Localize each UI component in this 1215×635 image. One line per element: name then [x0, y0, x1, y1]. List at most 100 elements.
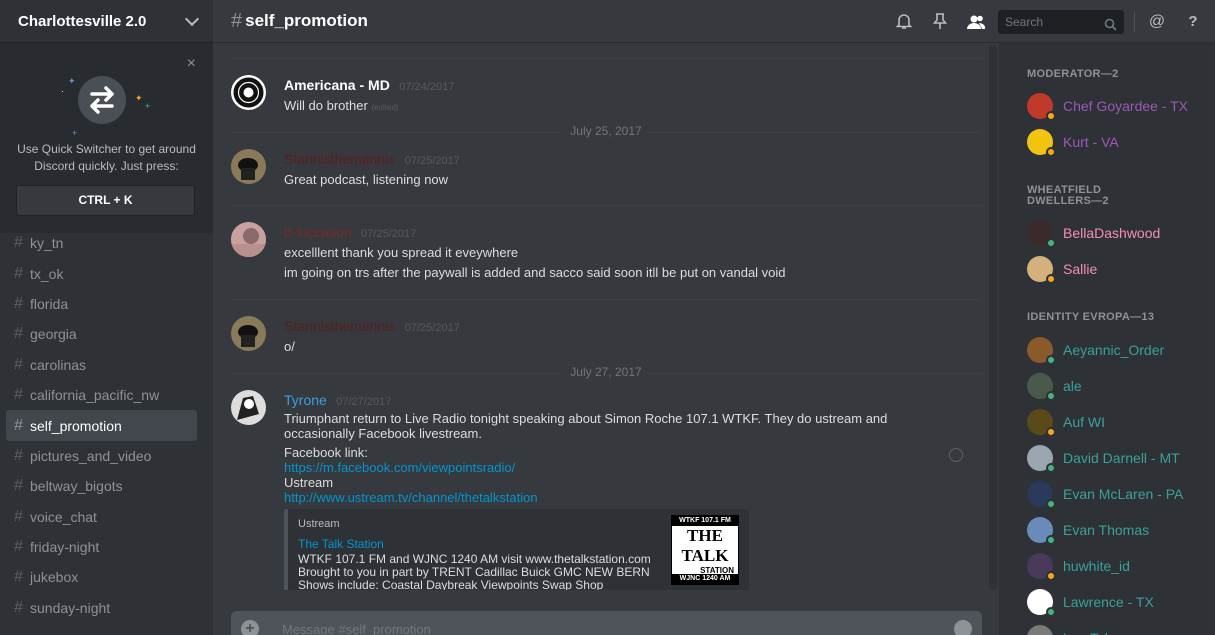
message-divider	[231, 205, 981, 206]
avatar[interactable]	[231, 75, 266, 110]
sparkle-icon: ·	[61, 86, 64, 96]
message-author[interactable]: Tyrone	[284, 392, 327, 408]
hash-icon: #	[14, 386, 23, 404]
emoji-icon[interactable]	[954, 620, 972, 635]
upload-plus-icon[interactable]: +	[241, 620, 259, 635]
channel-item[interactable]: # georgia	[6, 319, 197, 349]
avatar	[1027, 373, 1056, 401]
member-item[interactable]: huwhite_id	[1027, 551, 1207, 581]
channel-item[interactable]: # jukebox	[6, 562, 197, 592]
message: Americana - MD 07/24/2017 Will do brothe…	[231, 75, 981, 115]
avatar[interactable]	[231, 222, 266, 257]
member-name: Chef Goyardee - TX	[1063, 98, 1189, 114]
channel-item[interactable]: # california_pacific_nw	[6, 380, 197, 410]
hash-icon: #	[14, 477, 23, 495]
member-item[interactable]: Sallie	[1027, 254, 1207, 284]
hash-icon: #	[14, 325, 23, 343]
member-item[interactable]: Lee Taleroy	[1027, 623, 1207, 635]
date-separator-text: July 25, 2017	[562, 124, 650, 138]
sparkle-icon: ✦	[68, 76, 76, 86]
search-input[interactable]: Search	[998, 9, 1124, 34]
member-item[interactable]: Lawrence - TX	[1027, 587, 1207, 617]
member-item[interactable]: Aeyannic_Order	[1027, 335, 1207, 365]
status-indicator	[1046, 111, 1056, 121]
message-text: Triumphant return to Live Radio tonight …	[284, 411, 888, 441]
channel-name: pictures_and_video	[30, 447, 152, 464]
message-author[interactable]: Stannisthemannis	[284, 318, 395, 334]
search-icon[interactable]	[1104, 15, 1117, 39]
member-name: Kurt - VA	[1063, 134, 1119, 150]
chevron-down-icon[interactable]	[184, 11, 200, 26]
thumb-main-text: THE TALK	[681, 526, 729, 565]
avatar[interactable]	[231, 149, 266, 184]
quick-switcher-shortcut[interactable]: CTRL + K	[16, 185, 195, 216]
avatar	[1027, 409, 1056, 437]
ustream-link[interactable]: http://www.ustream.tv/channel/thetalksta…	[284, 490, 981, 505]
mention-icon[interactable]: @	[1147, 12, 1167, 32]
avatar[interactable]	[231, 390, 266, 425]
thumb-top-text: WTKF 107.1 FM	[672, 516, 738, 526]
date-separator: July 25, 2017	[231, 124, 981, 138]
channel-name: beltway_bigots	[30, 478, 123, 495]
member-item[interactable]: Evan Thomas	[1027, 515, 1207, 545]
message-timestamp: 07/25/2017	[361, 228, 417, 240]
member-list: MODERATOR—2 Chef Goyardee - TX Kurt - VA WH…	[999, 43, 1215, 635]
message-author[interactable]: b-luccason	[284, 224, 352, 240]
avatar[interactable]	[231, 316, 266, 351]
member-item[interactable]: Auf WI	[1027, 407, 1207, 437]
message-timestamp: 07/24/2017	[399, 81, 455, 93]
message-text: o/	[284, 339, 295, 354]
message-author[interactable]: Americana - MD	[284, 77, 390, 93]
search-placeholder: Search	[1005, 14, 1044, 29]
server-header[interactable]: Charlottesville 2.0	[0, 0, 213, 43]
channel-item[interactable]: # friday-night	[6, 532, 197, 562]
member-item[interactable]: Chef Goyardee - TX	[1027, 91, 1207, 121]
scrollbar[interactable]	[989, 45, 997, 590]
member-item[interactable]: Kurt - VA	[1027, 127, 1207, 157]
facebook-link[interactable]: https://m.facebook.com/viewpointsradio/	[284, 460, 981, 475]
channel-item[interactable]: # beltway_bigots	[6, 471, 197, 501]
pin-icon[interactable]	[930, 12, 950, 32]
message-text: Facebook link:	[284, 445, 368, 460]
status-indicator	[1046, 571, 1056, 581]
member-item[interactable]: ale	[1027, 371, 1207, 401]
hash-icon: #	[14, 507, 23, 525]
member-name: Sallie	[1063, 261, 1098, 277]
member-group-title: WHEATFIELD DWELLERS—2	[1027, 184, 1109, 207]
quick-switch-arrows-icon	[78, 76, 126, 124]
message-input-placeholder: Message #self_promotion	[282, 622, 431, 635]
discord-window: Charlottesville 2.0 × ✦ · ✦ + + Use Quic…	[0, 0, 1215, 635]
header-toolbar: Search @ ?	[886, 0, 1215, 43]
channel-item[interactable]: # sunday-night	[6, 593, 197, 623]
hash-icon: #	[14, 355, 23, 373]
message-author[interactable]: Stannisthemannis	[284, 151, 395, 167]
embed-thumbnail[interactable]: WTKF 107.1 FM THE TALK STATION WJNC 1240…	[671, 515, 739, 585]
channel-item[interactable]: # pictures_and_video	[6, 441, 197, 471]
embed-title[interactable]: The Talk Station	[298, 537, 384, 551]
close-icon[interactable]: ×	[187, 55, 196, 73]
member-group-title: IDENTITY EVROPA—13	[1027, 311, 1155, 323]
message-body: Tyrone 07/27/2017 Triumphant return to L…	[284, 390, 981, 590]
avatar	[1027, 481, 1056, 509]
add-reaction-icon[interactable]	[949, 448, 963, 462]
thumb-bottom-text: WJNC 1240 AM	[672, 574, 738, 584]
bell-icon[interactable]	[894, 12, 914, 32]
members-icon[interactable]	[966, 12, 986, 32]
channel-name: florida	[30, 295, 69, 312]
channel-item[interactable]: # ky_tn	[6, 228, 197, 258]
channel-item[interactable]: # self_promotion	[6, 410, 197, 441]
member-item[interactable]: BellaDashwood	[1027, 218, 1207, 248]
member-item[interactable]: David Darnell - MT	[1027, 443, 1207, 473]
message: b-luccason 07/25/2017 excelllent thank y…	[231, 222, 981, 284]
member-name: Lee Taleroy	[1063, 630, 1135, 635]
member-item[interactable]: Evan McLaren - PA	[1027, 479, 1207, 509]
channel-name: jukebox	[30, 569, 79, 586]
channel-item[interactable]: # carolinas	[6, 350, 197, 380]
channel-item[interactable]: # tx_ok	[6, 258, 197, 288]
channel-item[interactable]: # voice_chat	[6, 502, 197, 532]
hash-icon: #	[14, 294, 23, 312]
member-name: David Darnell - MT	[1063, 450, 1180, 466]
message-composer[interactable]: + Message #self_promotion	[231, 611, 982, 635]
help-icon[interactable]: ?	[1183, 12, 1203, 32]
channel-item[interactable]: # florida	[6, 289, 197, 319]
